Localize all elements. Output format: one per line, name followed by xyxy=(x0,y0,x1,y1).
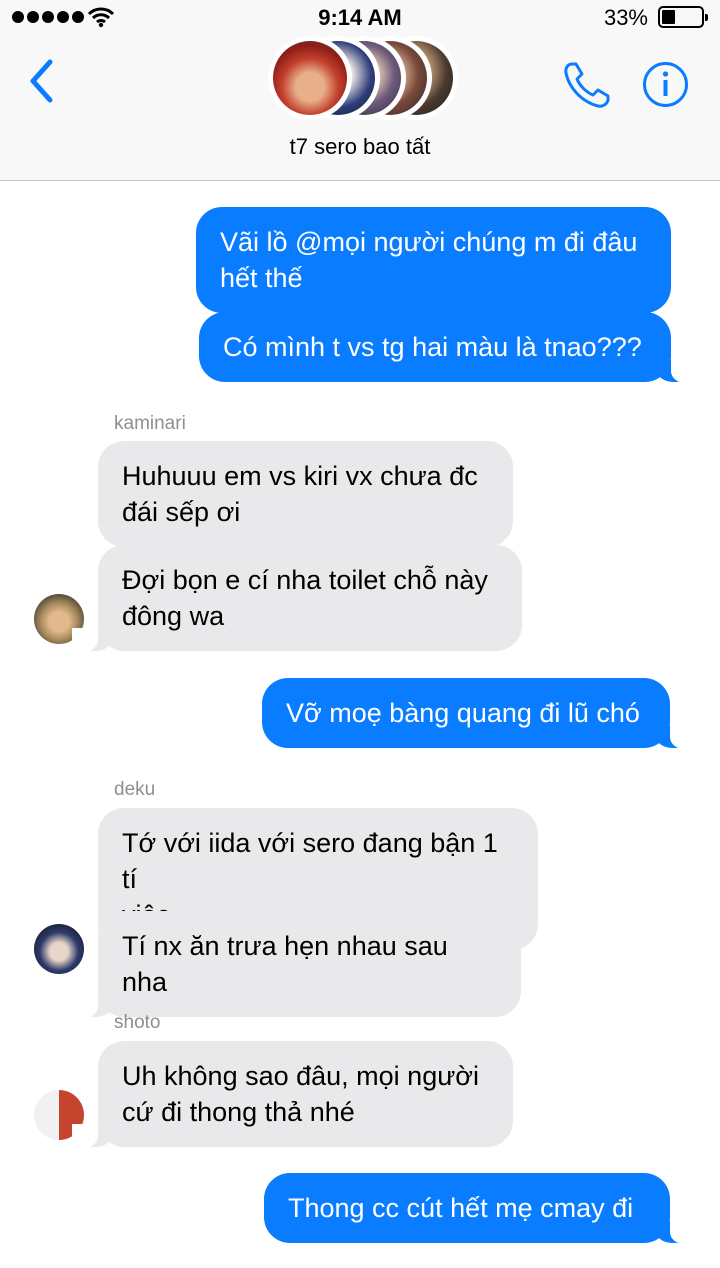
message-line: Uh không sao đâu, mọi người xyxy=(122,1061,479,1091)
status-bar: 9:14 AM 33% xyxy=(0,0,720,34)
message-line: Vỡ moẹ bàng quang đi lũ chó xyxy=(286,698,640,728)
sender-name: kaminari xyxy=(114,413,186,434)
message-bubble-outgoing[interactable]: Vỡ moẹ bàng quang đi lũ chó xyxy=(262,678,696,749)
message-line: Huhuuu em vs kiri vx chưa đc xyxy=(122,461,478,491)
message-line: Thong cc cút hết mẹ cmay đi xyxy=(288,1193,634,1223)
message-bubble-outgoing[interactable]: Vãi lồ @mọi người chúng m đi đâu hết thế xyxy=(196,207,671,313)
message-line: hết thế xyxy=(220,263,303,293)
battery-icon xyxy=(658,6,708,28)
sender-name: deku xyxy=(114,779,156,800)
sender-name: shoto xyxy=(114,1012,161,1033)
avatar[interactable] xyxy=(34,924,84,974)
message-line: Tớ với iida với sero đang bận 1 tí xyxy=(122,828,498,894)
message-bubble-incoming[interactable]: Uh không sao đâu, mọi người cứ đi thong … xyxy=(72,1041,513,1148)
message-line: Có mình t vs tg hai màu là tnao??? xyxy=(223,332,642,362)
battery-percent: 33% xyxy=(603,5,648,30)
message-line: đông wa xyxy=(122,601,225,631)
message-line: đái sếp ơi xyxy=(122,497,241,527)
message-line: Tí nx ăn trưa hẹn nhau sau nha xyxy=(122,931,448,997)
message-bubble-outgoing[interactable]: Thong cc cút hết mẹ cmay đi xyxy=(264,1173,696,1244)
message-line: cứ đi thong thả nhé xyxy=(122,1097,355,1127)
battery-level xyxy=(662,10,675,24)
message-line: Vãi lồ @mọi người chúng m đi đâu xyxy=(220,227,638,257)
message-thread[interactable]: Vãi lồ @mọi người chúng m đi đâu hết thế… xyxy=(0,0,720,1268)
message-bubble-incoming[interactable]: Đợi bọn e cí nha toilet chỗ này đông wa xyxy=(72,545,522,652)
message-line: Đợi bọn e cí nha toilet chỗ này xyxy=(122,565,488,595)
message-bubble-incoming[interactable]: Tí nx ăn trưa hẹn nhau sau nha xyxy=(72,911,521,1018)
message-bubble-outgoing[interactable]: Có mình t vs tg hai màu là tnao??? xyxy=(199,312,697,383)
message-bubble-incoming[interactable]: Huhuuu em vs kiri vx chưa đc đái sếp ơi xyxy=(98,441,513,547)
